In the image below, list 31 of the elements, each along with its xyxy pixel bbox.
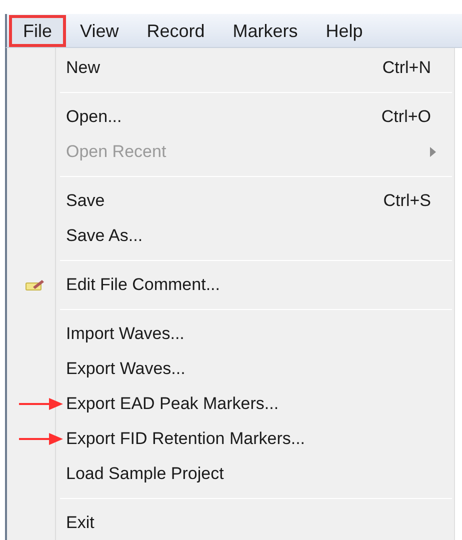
menu-item-label: Export Waves... [66, 358, 186, 380]
menu-item[interactable]: Load Sample Project [7, 456, 454, 491]
menu-bar-item[interactable]: Help [312, 14, 377, 46]
shortcut-label: Ctrl+S [383, 190, 431, 212]
menu-item[interactable]: Export Waves... [7, 351, 454, 386]
menu-item[interactable]: Save Ctrl+S [7, 183, 454, 218]
menu-item-label: Open Recent [66, 140, 168, 163]
menu-item[interactable]: Save As... [7, 218, 454, 253]
menu-item-label: Open... [66, 106, 123, 128]
menu-item-label: New [66, 56, 102, 79]
menu-item[interactable]: Export FID Retention Markers... [7, 421, 454, 456]
menu-item[interactable]: Export EAD Peak Markers... [7, 386, 454, 421]
menu-item[interactable]: Edit File Comment... [7, 267, 454, 302]
menu-item-label: Export EAD Peak Markers... [66, 392, 280, 415]
menu-item-label: Exit [66, 512, 96, 534]
shortcut-label: Ctrl+O [381, 106, 431, 128]
menu-item-label: Load Sample Project [66, 462, 225, 485]
menu-item[interactable]: Import Waves... [7, 316, 454, 351]
menu-item-label: Save [66, 190, 106, 212]
menu-bar-item[interactable]: File [9, 14, 66, 46]
shortcut-label: Ctrl+N [382, 56, 431, 79]
menu-bar-item[interactable]: Markers [218, 14, 312, 46]
menu-bar-item[interactable]: View [66, 14, 133, 46]
menu-bar-item[interactable]: Record [132, 14, 219, 46]
menu-item[interactable]: New Ctrl+N [7, 50, 454, 85]
menu-item-label: Edit File Comment... [66, 274, 221, 296]
menu-item-label: Export FID Retention Markers... [66, 428, 306, 450]
menu-item-label: Import Waves... [66, 322, 186, 345]
menu-item-label: Save As... [66, 224, 144, 247]
menu-item[interactable]: Exit [7, 505, 454, 540]
menu-item[interactable]: Open... Ctrl+O [7, 99, 454, 134]
